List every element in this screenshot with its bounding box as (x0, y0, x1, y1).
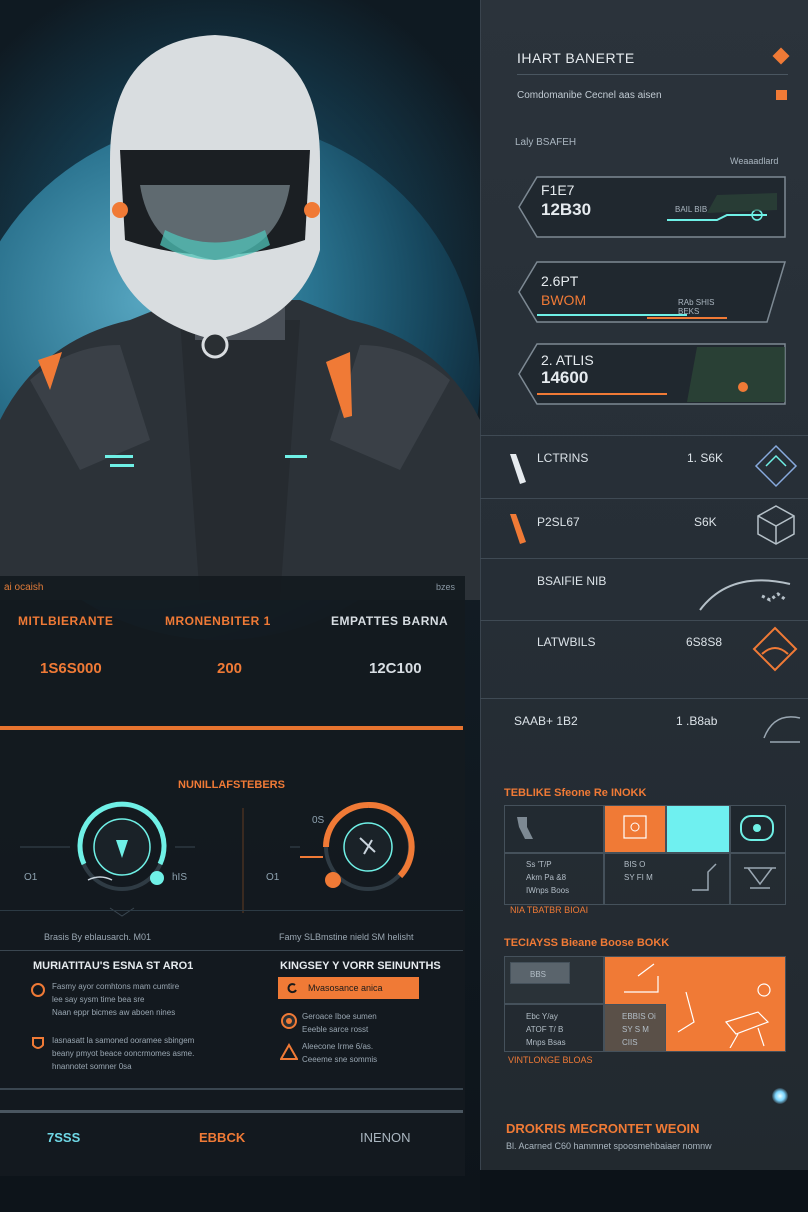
panel-section-title: Laly BSAFEH (515, 137, 577, 148)
grid-1-footer: NIA TBATBR BIOAI (510, 905, 589, 915)
target-icon (740, 815, 774, 841)
right-item-2: Aleecone Irme 6/as. Ceeeme sne sommis (302, 1042, 378, 1064)
astronaut-figure (0, 35, 480, 600)
record-icon (281, 1013, 297, 1029)
orange-divider (0, 726, 463, 730)
gauge-baseline (0, 910, 463, 911)
row-4-value: 6S8S8 (686, 635, 723, 649)
grid-2-cell-label: BBS (530, 970, 547, 979)
bottom-rule-2 (0, 1110, 463, 1113)
grid-2-text-2: EBBIS Oi SY S M CIIS (622, 1012, 656, 1047)
card-1-value: 12B30 (541, 200, 592, 219)
emblem-icon (752, 626, 798, 672)
grid-2-footer: VINTLONGE BLOAS (508, 1055, 593, 1065)
scroll-up-icon[interactable] (772, 1088, 788, 1104)
caption-rule (0, 950, 463, 951)
caption-left: Brasis By eblausarch. M01 (44, 932, 152, 942)
alert-icon (31, 983, 45, 997)
grid-1-title: TEBLIKE Sfeone Re INOKK (504, 787, 647, 799)
bottom-stat-1[interactable]: 7SSS (47, 1130, 80, 1145)
left-item-1: Fasmy ayor comhtons mam cumtire lee say … (52, 982, 180, 1017)
flag-icon[interactable] (776, 90, 787, 100)
gauge-left-right-label: hIS (172, 872, 188, 883)
gauge-divider (242, 808, 244, 913)
stats-tag-right: bzes (436, 582, 456, 592)
bracket-icon (623, 815, 647, 839)
panel-title-rule (517, 74, 788, 75)
row-1-value: 1. S6K (687, 451, 724, 465)
arm-icon (692, 863, 717, 891)
row-divider (480, 498, 808, 499)
panel-section-right: Weaaadlard (730, 156, 779, 166)
gauge-left-label: O1 (24, 872, 38, 883)
bottom-menu-button[interactable]: INENON (360, 1130, 411, 1145)
stat-label-1: MITLBIERANTE (18, 614, 114, 628)
stats-tag-left: ai ocaish (4, 582, 44, 593)
right-item-1: Geroace Iboe sumen Eeeble sarce rosst (302, 1012, 377, 1034)
row-2-marker-icon (510, 514, 526, 544)
row-5-value: 1 .B8ab (676, 714, 718, 728)
grid-2-text-1: Ebc Y/ay ATOF T/ B Mnps Bsas (526, 1012, 566, 1047)
balance-icon (744, 867, 776, 889)
arc-icon (699, 579, 791, 611)
row-divider (480, 435, 808, 436)
stat-label-3: EMPATTES BARNA (331, 614, 449, 628)
gauge-right-label: O1 (266, 872, 280, 883)
card-1-label: F1E7 (541, 182, 575, 198)
card-1-note: BAIL BIB (675, 205, 708, 214)
shield-icon (32, 1037, 44, 1049)
left-item-2: Iasnasatt la samoned ooramee sbingem bea… (52, 1036, 195, 1071)
row-2-value: S6K (694, 515, 717, 529)
grid-2-title: TECIAYSS Bieane Boose BOKK (504, 937, 670, 949)
footer-subtitle: Bl. Acarned C60 hammnet spoosmehbaiaer n… (506, 1141, 712, 1151)
card-2-label: 2.6PT (541, 273, 579, 289)
gauge-right-top-label: 0S (312, 815, 325, 826)
card-2-value: BWOM (541, 292, 587, 308)
grid-1-cell-3[interactable] (666, 805, 730, 853)
grid-1-text-1: Ss 'T/P Akm Pa &8 IWnps Boos (526, 860, 570, 895)
row-1-marker-icon (510, 454, 526, 484)
stat-label-2: MRONENBITER 1 (165, 614, 271, 628)
curve-icon (763, 716, 801, 743)
gauges-graphic (20, 801, 415, 917)
panel-title: IHART BANERTE (517, 50, 635, 66)
caption-right: Famy SLBmstine nield SM helisht (279, 932, 414, 942)
warning-icon (280, 1043, 298, 1060)
row-divider (480, 620, 808, 621)
bottom-back-button[interactable]: EBBCK (199, 1130, 245, 1145)
right-column-title: KINGSEY Y VORR SEINUNTHS (280, 960, 441, 972)
panel-subtitle: Comdomanibe Cecnel aas aisen (517, 90, 662, 101)
grid-1-text-2: BIS O SY FI M (624, 860, 653, 882)
refresh-icon (287, 983, 297, 994)
action-pill-button[interactable]: Mvasosance anica (278, 977, 419, 999)
cube-icon (757, 505, 795, 545)
card-3-value: 14600 (541, 368, 589, 387)
bottom-rule (0, 1088, 463, 1090)
left-column-title: MURIATITAU'S ESNA ST ARO1 (33, 960, 194, 972)
card-2-note: RAb SHIS BEKS (678, 298, 715, 316)
row-4-label[interactable]: LATWBILS (537, 635, 595, 649)
row-3-label[interactable]: BSAIFIE NIB (537, 574, 606, 588)
card-3-label: 2. ATLIS (541, 352, 594, 368)
footer-title: DROKRIS MECRONTET WEOIN (506, 1121, 700, 1136)
row-2-label[interactable]: P2SL67 (537, 515, 580, 529)
row-divider (480, 558, 808, 559)
row-divider (480, 698, 808, 699)
action-pill-label: Mvasosance anica (308, 983, 383, 993)
tool-icon (517, 817, 533, 839)
stat-value-3: 12C100 (369, 660, 422, 677)
hex-icon (754, 444, 798, 488)
row-5-label[interactable]: SAAB+ 1B2 (514, 714, 578, 728)
stat-value-1: 1S6S000 (40, 660, 102, 677)
stat-value-2: 200 (217, 660, 243, 677)
row-1-label[interactable]: LCTRINS (537, 451, 588, 465)
